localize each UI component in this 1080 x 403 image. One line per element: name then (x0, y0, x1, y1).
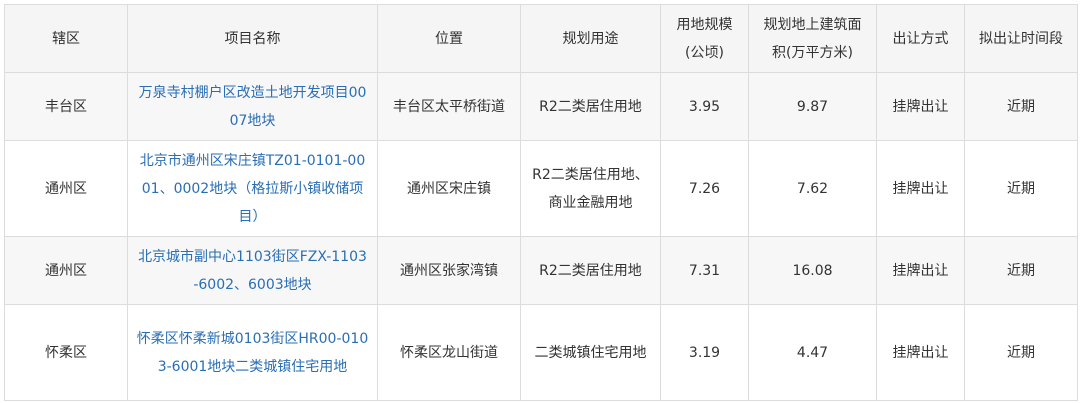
cell-land-area: 3.19 (660, 304, 749, 401)
cell-transfer-method: 挂牌出让 (876, 236, 965, 305)
cell-land-area: 7.31 (660, 236, 749, 305)
cell-transfer-method: 挂牌出让 (876, 140, 965, 237)
cell-district: 怀柔区 (4, 304, 128, 401)
cell-floor-area: 7.62 (748, 140, 877, 237)
cell-transfer-period: 近期 (964, 236, 1078, 305)
cell-project-name: 万泉寺村棚户区改造土地开发项目0007地块 (127, 72, 378, 141)
header-planned-use: 规划用途 (520, 4, 661, 73)
header-land-area: 用地规模(公顷) (660, 4, 749, 73)
cell-planned-use: R2二类居住用地 (520, 236, 661, 305)
cell-district: 通州区 (4, 236, 128, 305)
cell-district: 丰台区 (4, 72, 128, 141)
project-link[interactable]: 北京市通州区宋庄镇TZ01-0101-0001、0002地块（格拉斯小镇收储项目… (140, 153, 366, 225)
project-link[interactable]: 万泉寺村棚户区改造土地开发项目0007地块 (139, 85, 367, 129)
table-header-row: 辖区 项目名称 位置 规划用途 用地规模(公顷) 规划地上建筑面积(万平方米) … (4, 4, 1078, 73)
cell-project-name: 北京市通州区宋庄镇TZ01-0101-0001、0002地块（格拉斯小镇收储项目… (127, 140, 378, 237)
cell-floor-area: 16.08 (748, 236, 877, 305)
table-row: 通州区 北京城市副中心1103街区FZX-1103-6002、6003地块 通州… (4, 236, 1078, 305)
header-project-name: 项目名称 (127, 4, 378, 73)
cell-planned-use: 二类城镇住宅用地 (520, 304, 661, 401)
header-floor-area: 规划地上建筑面积(万平方米) (748, 4, 877, 73)
cell-floor-area: 4.47 (748, 304, 877, 401)
cell-planned-use: R2二类居住用地、商业金融用地 (520, 140, 661, 237)
cell-land-area: 7.26 (660, 140, 749, 237)
cell-project-name: 北京城市副中心1103街区FZX-1103-6002、6003地块 (127, 236, 378, 305)
cell-planned-use: R2二类居住用地 (520, 72, 661, 141)
table-row: 通州区 北京市通州区宋庄镇TZ01-0101-0001、0002地块（格拉斯小镇… (4, 140, 1078, 237)
project-link[interactable]: 怀柔区怀柔新城0103街区HR00-0103-6001地块二类城镇住宅用地 (137, 331, 368, 375)
cell-location: 丰台区太平桥街道 (377, 72, 521, 141)
cell-transfer-period: 近期 (964, 304, 1078, 401)
cell-transfer-period: 近期 (964, 140, 1078, 237)
table-row: 怀柔区 怀柔区怀柔新城0103街区HR00-0103-6001地块二类城镇住宅用… (4, 304, 1078, 401)
cell-district: 通州区 (4, 140, 128, 237)
header-district: 辖区 (4, 4, 128, 73)
cell-transfer-method: 挂牌出让 (876, 304, 965, 401)
cell-transfer-method: 挂牌出让 (876, 72, 965, 141)
cell-location: 通州区宋庄镇 (377, 140, 521, 237)
cell-floor-area: 9.87 (748, 72, 877, 141)
cell-transfer-period: 近期 (964, 72, 1078, 141)
cell-location: 怀柔区龙山街道 (377, 304, 521, 401)
cell-project-name: 怀柔区怀柔新城0103街区HR00-0103-6001地块二类城镇住宅用地 (127, 304, 378, 401)
cell-land-area: 3.95 (660, 72, 749, 141)
land-parcel-table: 辖区 项目名称 位置 规划用途 用地规模(公顷) 规划地上建筑面积(万平方米) … (4, 4, 1078, 401)
cell-location: 通州区张家湾镇 (377, 236, 521, 305)
project-link[interactable]: 北京城市副中心1103街区FZX-1103-6002、6003地块 (138, 249, 367, 293)
table-row: 丰台区 万泉寺村棚户区改造土地开发项目0007地块 丰台区太平桥街道 R2二类居… (4, 72, 1078, 141)
header-transfer-method: 出让方式 (876, 4, 965, 73)
header-location: 位置 (377, 4, 521, 73)
header-transfer-period: 拟出让时间段 (964, 4, 1078, 73)
